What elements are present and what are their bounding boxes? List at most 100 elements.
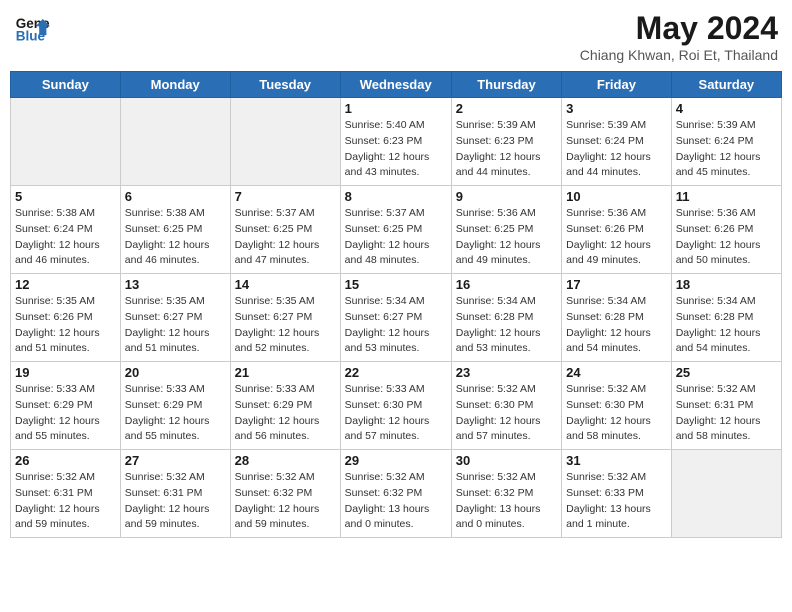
week-row-5: 26Sunrise: 5:32 AM Sunset: 6:31 PM Dayli… [11,450,782,538]
day-number: 16 [456,277,557,292]
day-info: Sunrise: 5:34 AM Sunset: 6:28 PM Dayligh… [566,294,667,357]
day-number: 5 [15,189,116,204]
day-info: Sunrise: 5:35 AM Sunset: 6:27 PM Dayligh… [125,294,226,357]
day-number: 2 [456,101,557,116]
day-info: Sunrise: 5:32 AM Sunset: 6:32 PM Dayligh… [345,470,447,533]
day-info: Sunrise: 5:39 AM Sunset: 6:23 PM Dayligh… [456,118,557,181]
day-header-wednesday: Wednesday [340,72,451,98]
calendar-cell: 6Sunrise: 5:38 AM Sunset: 6:25 PM Daylig… [120,186,230,274]
day-number: 20 [125,365,226,380]
day-number: 24 [566,365,667,380]
day-info: Sunrise: 5:32 AM Sunset: 6:31 PM Dayligh… [15,470,116,533]
calendar-cell [230,98,340,186]
day-info: Sunrise: 5:37 AM Sunset: 6:25 PM Dayligh… [235,206,336,269]
day-info: Sunrise: 5:32 AM Sunset: 6:32 PM Dayligh… [235,470,336,533]
day-info: Sunrise: 5:36 AM Sunset: 6:26 PM Dayligh… [676,206,777,269]
calendar-cell: 5 Sunrise: 5:38 AM Sunset: 6:24 PM Daylig… [11,186,121,274]
logo: General Blue [14,10,50,46]
calendar-cell: 3Sunrise: 5:39 AM Sunset: 6:24 PM Daylig… [562,98,672,186]
day-info: Sunrise: 5:35 AM Sunset: 6:26 PM Dayligh… [15,294,116,357]
day-number: 1 [345,101,447,116]
calendar-cell: 31 Sunrise: 5:32 AM Sunset: 6:33 PM Dayli… [562,450,672,538]
calendar-cell: 28 Sunrise: 5:32 AM Sunset: 6:32 PM Dayli… [230,450,340,538]
calendar-cell [671,450,781,538]
day-info: Sunrise: 5:37 AM Sunset: 6:25 PM Dayligh… [345,206,447,269]
day-number: 22 [345,365,447,380]
calendar-cell: 9 Sunrise: 5:36 AM Sunset: 6:25 PM Daylig… [451,186,561,274]
calendar-cell: 27 Sunrise: 5:32 AM Sunset: 6:31 PM Dayli… [120,450,230,538]
calendar-cell: 8 Sunrise: 5:37 AM Sunset: 6:25 PM Daylig… [340,186,451,274]
day-number: 3 [566,101,667,116]
day-header-friday: Friday [562,72,672,98]
day-number: 23 [456,365,557,380]
day-number: 8 [345,189,447,204]
day-info: Sunrise: 5:32 AM Sunset: 6:31 PM Dayligh… [676,382,777,445]
calendar-cell: 4 Sunrise: 5:39 AM Sunset: 6:24 PM Daylig… [671,98,781,186]
calendar-cell: 19 Sunrise: 5:33 AM Sunset: 6:29 PM Dayli… [11,362,121,450]
day-header-sunday: Sunday [11,72,121,98]
week-row-3: 12 Sunrise: 5:35 AM Sunset: 6:26 PM Dayli… [11,274,782,362]
day-number: 19 [15,365,116,380]
day-number: 9 [456,189,557,204]
day-number: 14 [235,277,336,292]
day-info: Sunrise: 5:34 AM Sunset: 6:28 PM Dayligh… [676,294,777,357]
day-number: 30 [456,453,557,468]
day-info: Sunrise: 5:32 AM Sunset: 6:33 PM Dayligh… [566,470,667,533]
day-info: Sunrise: 5:32 AM Sunset: 6:30 PM Dayligh… [566,382,667,445]
day-number: 28 [235,453,336,468]
calendar-cell: 18 Sunrise: 5:34 AM Sunset: 6:28 PM Dayli… [671,274,781,362]
day-number: 6 [125,189,226,204]
calendar-cell [120,98,230,186]
calendar-cell: 7 Sunrise: 5:37 AM Sunset: 6:25 PM Daylig… [230,186,340,274]
week-row-4: 19 Sunrise: 5:33 AM Sunset: 6:29 PM Dayli… [11,362,782,450]
day-number: 21 [235,365,336,380]
day-header-tuesday: Tuesday [230,72,340,98]
page-header: General Blue May 2024 Chiang Khwan, Roi … [10,10,782,63]
day-info: Sunrise: 5:35 AM Sunset: 6:27 PM Dayligh… [235,294,336,357]
day-header-monday: Monday [120,72,230,98]
calendar-table: SundayMondayTuesdayWednesdayThursdayFrid… [10,71,782,538]
day-info: Sunrise: 5:32 AM Sunset: 6:30 PM Dayligh… [456,382,557,445]
calendar-cell: 17 Sunrise: 5:34 AM Sunset: 6:28 PM Dayli… [562,274,672,362]
day-info: Sunrise: 5:39 AM Sunset: 6:24 PM Dayligh… [676,118,777,181]
calendar-cell: 2 Sunrise: 5:39 AM Sunset: 6:23 PM Daylig… [451,98,561,186]
day-number: 18 [676,277,777,292]
calendar-cell: 13Sunrise: 5:35 AM Sunset: 6:27 PM Dayli… [120,274,230,362]
day-number: 10 [566,189,667,204]
day-info: Sunrise: 5:36 AM Sunset: 6:26 PM Dayligh… [566,206,667,269]
day-info: Sunrise: 5:34 AM Sunset: 6:28 PM Dayligh… [456,294,557,357]
calendar-cell: 26Sunrise: 5:32 AM Sunset: 6:31 PM Dayli… [11,450,121,538]
day-number: 17 [566,277,667,292]
day-header-thursday: Thursday [451,72,561,98]
day-number: 12 [15,277,116,292]
day-info: Sunrise: 5:32 AM Sunset: 6:31 PM Dayligh… [125,470,226,533]
calendar-cell: 1 Sunrise: 5:40 AM Sunset: 6:23 PM Daylig… [340,98,451,186]
calendar-cell: 21Sunrise: 5:33 AM Sunset: 6:29 PM Dayli… [230,362,340,450]
calendar-cell: 14 Sunrise: 5:35 AM Sunset: 6:27 PM Dayli… [230,274,340,362]
calendar-cell: 24 Sunrise: 5:32 AM Sunset: 6:30 PM Dayli… [562,362,672,450]
calendar-cell [11,98,121,186]
day-number: 15 [345,277,447,292]
day-number: 29 [345,453,447,468]
calendar-cell: 15 Sunrise: 5:34 AM Sunset: 6:27 PM Dayli… [340,274,451,362]
day-number: 25 [676,365,777,380]
calendar-cell: 25 Sunrise: 5:32 AM Sunset: 6:31 PM Dayli… [671,362,781,450]
day-info: Sunrise: 5:33 AM Sunset: 6:29 PM Dayligh… [15,382,116,445]
calendar-cell: 20Sunrise: 5:33 AM Sunset: 6:29 PM Dayli… [120,362,230,450]
title-block: May 2024 Chiang Khwan, Roi Et, Thailand [580,10,778,63]
week-row-1: 1 Sunrise: 5:40 AM Sunset: 6:23 PM Daylig… [11,98,782,186]
day-number: 4 [676,101,777,116]
day-info: Sunrise: 5:33 AM Sunset: 6:30 PM Dayligh… [345,382,447,445]
day-number: 7 [235,189,336,204]
calendar-header-row: SundayMondayTuesdayWednesdayThursdayFrid… [11,72,782,98]
day-info: Sunrise: 5:36 AM Sunset: 6:25 PM Dayligh… [456,206,557,269]
day-info: Sunrise: 5:40 AM Sunset: 6:23 PM Dayligh… [345,118,447,181]
day-number: 27 [125,453,226,468]
day-number: 11 [676,189,777,204]
day-info: Sunrise: 5:32 AM Sunset: 6:32 PM Dayligh… [456,470,557,533]
calendar-cell: 29 Sunrise: 5:32 AM Sunset: 6:32 PM Dayli… [340,450,451,538]
day-number: 31 [566,453,667,468]
day-info: Sunrise: 5:38 AM Sunset: 6:24 PM Dayligh… [15,206,116,269]
day-info: Sunrise: 5:34 AM Sunset: 6:27 PM Dayligh… [345,294,447,357]
logo-icon: General Blue [14,10,50,46]
